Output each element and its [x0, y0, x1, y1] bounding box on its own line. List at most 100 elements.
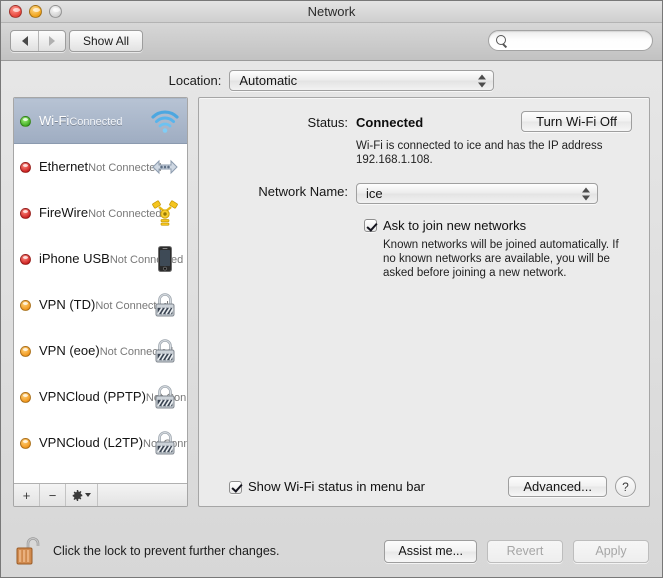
firewire-icon-wrapper — [150, 198, 180, 228]
lock-icon — [155, 385, 175, 409]
show-status-label: Show Wi-Fi status in menu bar — [248, 479, 426, 494]
lock-icon — [155, 339, 175, 363]
revert-label: Revert — [506, 544, 544, 558]
interface-sidebar: Wi-FiConnected EthernetNot Connected FireW… — [13, 97, 188, 507]
interface-name: VPNCloud (PPTP) — [39, 389, 146, 404]
location-row: Location: Automatic — [1, 61, 662, 97]
back-button[interactable] — [11, 31, 38, 51]
chevron-down-icon — [85, 493, 91, 497]
help-button[interactable]: ? — [615, 476, 636, 497]
chevron-updown-icon — [582, 187, 590, 200]
show-status-checkbox[interactable] — [229, 480, 242, 494]
forward-button — [38, 31, 65, 51]
gear-icon — [72, 489, 83, 501]
status-indicator-dot — [20, 391, 31, 403]
status-value: Connected — [356, 115, 424, 130]
search-input[interactable] — [508, 33, 662, 48]
arrow-left-icon — [21, 36, 28, 46]
interface-name: VPN (TD) — [39, 297, 96, 312]
unlocked-padlock-icon[interactable] — [15, 535, 45, 567]
network-name-dropdown[interactable]: ice — [356, 183, 598, 204]
assist-me-button[interactable]: Assist me... — [384, 539, 477, 563]
toolbar: Show All — [1, 23, 662, 61]
show-all-button[interactable]: Show All — [69, 30, 144, 52]
status-indicator-dot — [20, 345, 31, 357]
location-dropdown[interactable]: Automatic — [229, 70, 495, 91]
status-indicator-dot — [20, 207, 31, 219]
interface-list[interactable]: Wi-FiConnected EthernetNot Connected FireW… — [14, 98, 187, 483]
ask-join-label: Ask to join new networks — [383, 218, 527, 233]
turn-wifi-off-label: Turn Wi-Fi Off — [536, 114, 617, 129]
sidebar-item-ethernet[interactable]: EthernetNot Connected — [14, 144, 187, 190]
interface-status: Connected — [69, 116, 123, 128]
lock-icon-wrapper — [150, 382, 180, 412]
iphone-icon — [158, 246, 172, 272]
lock-icon-wrapper — [150, 290, 180, 320]
revert-button: Revert — [487, 539, 563, 563]
status-indicator-dot — [20, 437, 31, 449]
apply-button: Apply — [573, 539, 649, 563]
sidebar-item-vpncloud-l2tp[interactable]: VPNCloud (L2TP)Not Connected — [14, 420, 187, 466]
window-title: Network — [307, 4, 356, 19]
location-label: Location: — [168, 73, 222, 88]
sidebar-item-vpn-eoe[interactable]: VPN (eoe)Not Connected — [14, 328, 187, 374]
network-name-label: Network Name: — [258, 184, 348, 199]
location-selected-value: Automatic — [239, 73, 298, 88]
ask-join-checkbox[interactable] — [364, 219, 377, 232]
interface-name: VPNCloud (L2TP) — [39, 435, 144, 450]
status-indicator-dot — [20, 115, 31, 127]
status-indicator-dot — [20, 253, 31, 265]
sidebar-item-wi-fi[interactable]: Wi-FiConnected — [14, 98, 187, 144]
interface-name: Ethernet — [39, 159, 89, 174]
sidebar-toolbar-filler — [98, 484, 187, 506]
ask-join-description: Known networks will be joined automatica… — [383, 239, 619, 279]
network-name-row: Network Name: ice — [199, 183, 649, 204]
ethernet-icon — [152, 159, 178, 175]
status-indicator-dot — [20, 161, 31, 173]
remove-interface-button[interactable]: − — [40, 484, 66, 506]
content-area: Wi-FiConnected EthernetNot Connected FireW… — [1, 97, 662, 507]
advanced-label: Advanced... — [523, 479, 592, 494]
assist-me-label: Assist me... — [398, 544, 463, 558]
search-field[interactable] — [488, 30, 662, 51]
advanced-button[interactable]: Advanced... — [508, 476, 607, 497]
turn-wifi-off-button[interactable]: Turn Wi-Fi Off — [521, 111, 632, 132]
search-icon — [496, 34, 508, 47]
lock-icon — [155, 293, 175, 317]
status-label: Status: — [307, 115, 348, 130]
sidebar-item-vpn-td[interactable]: VPN (TD)Not Connected — [14, 282, 187, 328]
ethernet-icon-wrapper — [150, 152, 180, 182]
remove-label: − — [48, 487, 57, 503]
chevron-updown-icon — [478, 74, 487, 87]
footer: Click the lock to prevent further change… — [1, 525, 662, 577]
wifi-settings-panel: Status: Connected Wi-Fi is connected to … — [198, 97, 650, 507]
lock-icon-wrapper — [150, 336, 180, 366]
arrow-right-icon — [49, 36, 55, 46]
network-preferences-window: Network Show All Location: Automatic Wi-… — [0, 0, 663, 578]
interface-name: VPN (eoe) — [39, 343, 100, 358]
sidebar-item-firewire[interactable]: FireWireNot Connected — [14, 190, 187, 236]
sidebar-item-iphone-usb[interactable]: iPhone USBNot Connected — [14, 236, 187, 282]
lock-message: Click the lock to prevent further change… — [53, 544, 280, 558]
ask-join-row: Ask to join new networks — [364, 218, 649, 233]
wifi-icon — [151, 110, 179, 133]
panel-bottom-bar: Show Wi-Fi status in menu bar Advanced..… — [199, 476, 649, 497]
add-label: + — [22, 487, 31, 503]
sidebar-item-vpncloud-pptp[interactable]: VPNCloud (PPTP)Not Connected — [14, 374, 187, 420]
wifi-icon-wrapper — [150, 106, 180, 136]
interface-name: FireWire — [39, 205, 89, 220]
iphone-icon-wrapper — [150, 244, 180, 274]
navigation-buttons — [10, 30, 66, 52]
add-interface-button[interactable]: + — [14, 484, 40, 506]
titlebar: Network — [1, 1, 662, 23]
lock-icon — [155, 431, 175, 455]
interface-name: Wi-Fi — [39, 113, 70, 128]
sidebar-toolbar: + − — [14, 483, 187, 506]
apply-label: Apply — [595, 544, 627, 558]
interface-name: iPhone USB — [39, 251, 110, 266]
help-label: ? — [622, 479, 629, 494]
status-indicator-dot — [20, 299, 31, 311]
firewire-icon — [152, 200, 178, 226]
action-menu-button[interactable] — [66, 484, 98, 506]
status-description: Wi-Fi is connected to ice and has the IP… — [356, 140, 603, 166]
